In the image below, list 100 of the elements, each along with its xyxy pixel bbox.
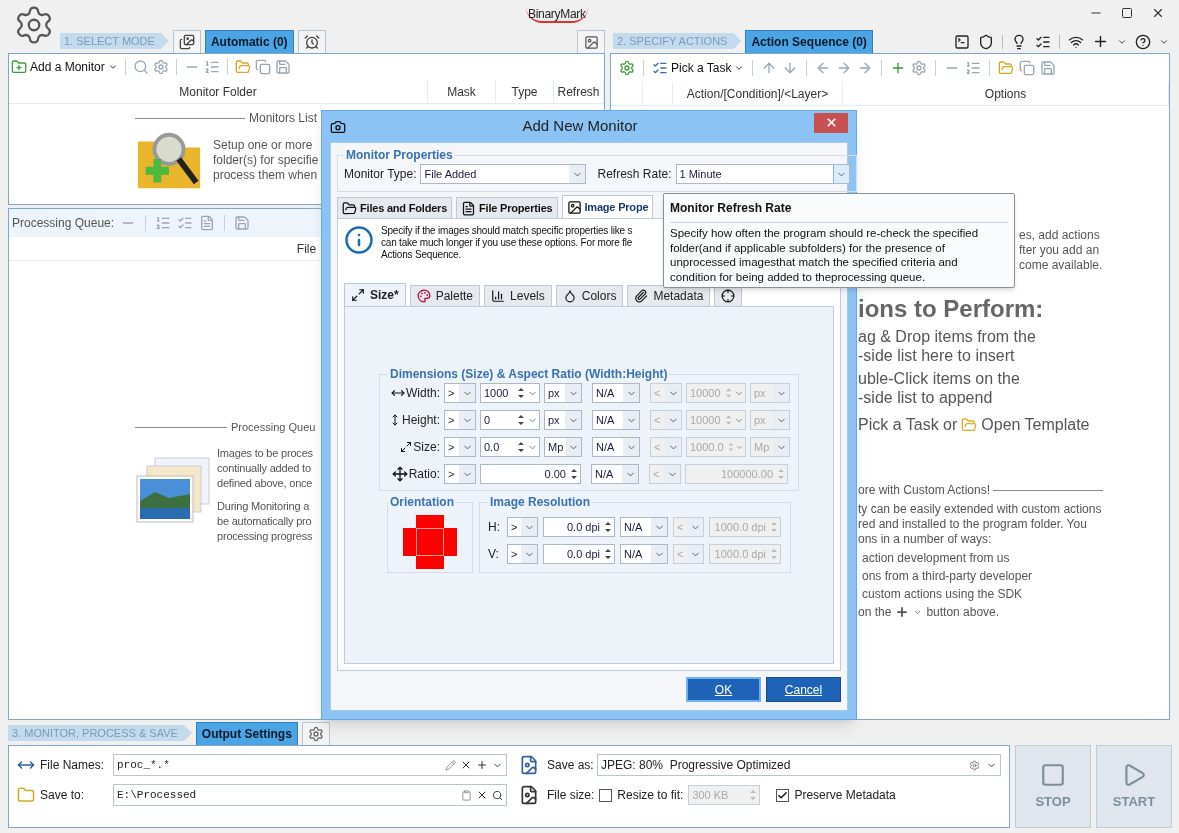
clipboard-icon bbox=[461, 789, 472, 801]
dropdown[interactable]: px bbox=[544, 410, 582, 430]
info-icon bbox=[344, 225, 374, 255]
image-icon bbox=[566, 199, 582, 215]
gear-icon[interactable] bbox=[911, 60, 928, 76]
ok-button[interactable]: OK bbox=[686, 677, 761, 702]
help-text: on the bbox=[858, 604, 892, 621]
dropdown[interactable]: N/A bbox=[592, 383, 640, 403]
file-names-field[interactable]: proc_*.* bbox=[113, 754, 507, 776]
tab[interactable]: Output Settings bbox=[195, 722, 298, 745]
maximize-icon[interactable] bbox=[1121, 7, 1133, 19]
save-to-field[interactable]: E:\Processed bbox=[113, 784, 507, 806]
copy-icon[interactable] bbox=[254, 59, 271, 75]
dropdown[interactable]: N/A bbox=[592, 410, 640, 430]
dropdown[interactable]: Mp bbox=[544, 437, 582, 457]
dropdown[interactable]: px bbox=[544, 383, 582, 403]
image-button[interactable] bbox=[577, 30, 605, 53]
number-field[interactable]: 0.0 dpi bbox=[543, 517, 615, 537]
lightbulb-icon[interactable] bbox=[1011, 33, 1027, 50]
dropdown[interactable]: > bbox=[444, 383, 476, 403]
tab[interactable]: Levels bbox=[484, 285, 552, 306]
dropdown[interactable]: > bbox=[507, 544, 538, 564]
tab[interactable]: Action Sequence (0) bbox=[745, 30, 873, 53]
column-header[interactable]: Monitor Folder bbox=[9, 80, 428, 103]
group-title: Orientation bbox=[389, 494, 455, 511]
save-icon[interactable] bbox=[274, 59, 291, 75]
field-label: Save as: bbox=[547, 757, 595, 774]
search-icon bbox=[492, 789, 503, 801]
list-icon[interactable] bbox=[177, 215, 194, 231]
move-arrows-icon bbox=[391, 466, 408, 482]
close-button[interactable] bbox=[814, 112, 848, 133]
dropdown[interactable]: N/A bbox=[620, 544, 668, 564]
list-icon[interactable] bbox=[965, 60, 982, 76]
tab[interactable]: Automatic (0) bbox=[204, 30, 294, 53]
clear-icon bbox=[460, 759, 472, 771]
number-field[interactable]: 0.00 bbox=[480, 464, 581, 484]
dropdown[interactable]: N/A bbox=[592, 437, 640, 457]
group-title: Dimensions (Size) & Aspect Ratio (Width:Height) bbox=[389, 366, 669, 383]
column-header[interactable]: Refresh bbox=[554, 80, 604, 103]
cancel-button[interactable]: Cancel bbox=[766, 677, 841, 702]
tooltip-text: Specify how often the program should re-check the specified bbox=[670, 226, 980, 241]
empty-state-title: Monitors List bbox=[249, 110, 318, 127]
dropdown[interactable]: 1 Minute bbox=[675, 164, 850, 184]
column-header[interactable]: Type bbox=[496, 80, 554, 103]
shield-icon[interactable] bbox=[978, 33, 994, 50]
dropdown[interactable]: > bbox=[444, 437, 476, 457]
orientation-drawing bbox=[403, 514, 457, 569]
pick-task-button[interactable]: Pick a Task bbox=[652, 59, 745, 77]
help-icon[interactable] bbox=[1135, 33, 1151, 50]
histogram-icon bbox=[491, 289, 506, 303]
list-icon[interactable] bbox=[203, 59, 220, 75]
tab[interactable] bbox=[172, 30, 201, 53]
dropdown[interactable]: > bbox=[444, 410, 476, 430]
open-template-link[interactable]: Open Template bbox=[981, 413, 1090, 437]
dropdown[interactable]: File Added bbox=[420, 164, 587, 184]
dropdown[interactable]: > bbox=[507, 517, 538, 537]
dropdown[interactable]: > bbox=[444, 464, 476, 484]
checkbox[interactable] bbox=[776, 788, 790, 802]
format-dropdown[interactable]: JPEG: 80% Progressive Optimized bbox=[597, 754, 1001, 776]
number-field[interactable]: 0.0 dpi bbox=[543, 544, 615, 564]
tab[interactable]: Files and Folders bbox=[337, 197, 453, 218]
dialog-title: Add New Monitor bbox=[521, 116, 639, 137]
save-icon[interactable] bbox=[1040, 60, 1057, 76]
tab[interactable]: File Properties bbox=[456, 197, 558, 218]
palette-icon bbox=[416, 289, 431, 303]
gear-icon[interactable] bbox=[619, 60, 635, 76]
column-header[interactable]: Mask bbox=[428, 80, 496, 103]
tab[interactable]: Palette bbox=[409, 285, 481, 306]
dropdown[interactable]: N/A bbox=[620, 517, 668, 537]
add-monitor-button[interactable]: Add a Monitor bbox=[11, 58, 118, 76]
folder-icon[interactable] bbox=[234, 59, 251, 75]
number-field[interactable]: 1000 bbox=[480, 383, 540, 403]
tab[interactable] bbox=[297, 30, 326, 53]
gallery-icon bbox=[178, 34, 195, 50]
copy-icon[interactable] bbox=[1019, 60, 1036, 76]
list-icon[interactable] bbox=[155, 215, 172, 231]
caret-icon bbox=[107, 62, 118, 72]
dropdown[interactable]: N/A bbox=[591, 464, 639, 484]
empty-state-title: Processing Queu bbox=[231, 420, 316, 435]
field-label: V: bbox=[488, 546, 500, 563]
search-icon[interactable] bbox=[132, 59, 149, 75]
step-label: 3. MONITOR, PROCESS & SAVE bbox=[8, 725, 192, 741]
help-text: button above. bbox=[926, 604, 1000, 621]
save-icon[interactable] bbox=[234, 215, 251, 231]
tab[interactable]: Image Prope bbox=[561, 195, 654, 218]
folder-icon[interactable] bbox=[998, 60, 1015, 76]
tab[interactable]: Colors bbox=[555, 285, 624, 306]
column-header[interactable]: Options bbox=[843, 82, 1169, 105]
column-header[interactable]: Action/[Condition]/<Layer> bbox=[673, 82, 843, 105]
number-field[interactable]: 0 bbox=[480, 410, 540, 430]
number-field[interactable]: 0.0 bbox=[480, 437, 540, 457]
close-icon[interactable] bbox=[1151, 6, 1165, 20]
help-text: custom actions using the SDK bbox=[861, 586, 1024, 603]
tab[interactable]: Size* bbox=[344, 283, 406, 306]
checkbox-label: Preserve Metadata bbox=[794, 787, 896, 804]
photo-stack-icon bbox=[135, 455, 211, 526]
info-text: can take much longer if you use these options. For more fle bbox=[381, 237, 633, 249]
document-icon[interactable] bbox=[199, 215, 216, 231]
terminal-icon[interactable] bbox=[954, 33, 970, 50]
plus-icon[interactable] bbox=[1092, 33, 1109, 50]
